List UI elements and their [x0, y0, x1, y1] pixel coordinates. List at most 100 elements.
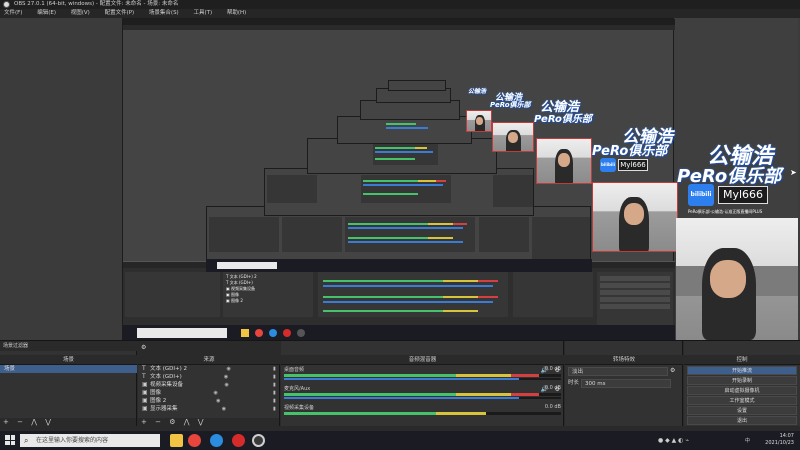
mixer-channel-desktop: 桌面音频 0.0 dB 🔊 ⚙: [281, 365, 564, 384]
source-toolbar: ⚙: [138, 341, 280, 355]
image-source-icon: ▣: [142, 389, 148, 396]
obs-taskbar-icon[interactable]: [252, 434, 265, 447]
webcam-feed-large: [676, 218, 798, 340]
move-down-icon[interactable]: ⋁: [45, 418, 51, 426]
lock-icon[interactable]: ▮: [273, 365, 280, 373]
settings-button[interactable]: 设置: [687, 406, 797, 415]
source-item[interactable]: ▣ 显示器采集 ◉ ▮: [138, 405, 280, 413]
menu-tools[interactable]: 工具(T): [193, 10, 212, 16]
windows-start-icon[interactable]: [5, 435, 15, 445]
input-language[interactable]: 中: [745, 437, 750, 444]
taskbar-clock[interactable]: 14:07 2021/10/23: [754, 433, 794, 447]
text-source-icon: T: [142, 373, 146, 380]
webcam-feed-small-3: [536, 138, 592, 184]
chrome-icon[interactable]: [188, 434, 201, 447]
source-item[interactable]: T 文本 (GDI+) ◉ ▮: [138, 373, 280, 381]
source-item[interactable]: ▣ 图像 2 ◉ ▮: [138, 397, 280, 405]
visibility-eye-icon[interactable]: ◉: [216, 397, 223, 405]
bilibili-logo-large: bilibili: [688, 184, 714, 206]
controls-dock: 控制 开始推流 开始录制 启动虚拟摄像机 工作室模式 设置 退出: [684, 341, 800, 427]
netease-music-icon[interactable]: [232, 434, 245, 447]
edge-icon[interactable]: [210, 434, 223, 447]
channel-gear-icon[interactable]: ⚙: [555, 386, 560, 393]
bilibili-logo-medium: bilibili: [600, 158, 616, 172]
mixer-channel-video: 视频采集设备 0.0 dB: [281, 403, 564, 422]
visibility-eye-icon[interactable]: ◉: [225, 381, 232, 389]
preview-area[interactable]: T 文本 (GDI+) 2 T 文本 (GDI+) ▣ 视频采集设备 ▣ 图像 …: [0, 18, 800, 340]
clock-date: 2021/10/23: [765, 440, 794, 446]
channel-gear-icon[interactable]: ⚙: [555, 367, 560, 374]
properties-gear-icon[interactable]: ⚙: [141, 344, 146, 351]
search-icon: ⌕: [24, 436, 29, 445]
visibility-eye-icon[interactable]: ◉: [222, 405, 229, 413]
lock-icon[interactable]: ▮: [273, 389, 280, 397]
menu-edit[interactable]: 编辑(E): [37, 10, 56, 16]
start-virtual-camera-button[interactable]: 启动虚拟摄像机: [687, 386, 797, 395]
menu-profile[interactable]: 配置文件(P): [105, 10, 135, 16]
scene-filter-label: 场景过滤器: [0, 341, 137, 351]
transition-type-select[interactable]: 淡出: [568, 367, 668, 376]
speaker-icon[interactable]: 🔊: [541, 367, 548, 374]
webcam-feed-small-4: [492, 122, 534, 152]
move-down-icon[interactable]: ⋁: [198, 418, 204, 426]
brand-overlay-small-3: 公输浩: [468, 88, 487, 95]
menu-file[interactable]: 文件(F): [4, 10, 22, 16]
move-up-icon[interactable]: ⋀: [31, 418, 37, 426]
text-source-icon: T: [142, 365, 146, 372]
menu-scene-collection[interactable]: 场景集合(S): [149, 10, 179, 16]
start-recording-button[interactable]: 开始录制: [687, 376, 797, 385]
source-item[interactable]: T 文本 (GDI+) 2 ◉ ▮: [138, 365, 280, 373]
lock-icon[interactable]: ▮: [273, 397, 280, 405]
slogan-text: PeRo俱乐部·公输浩·认准正版直播间PLUS: [688, 209, 763, 214]
source-item[interactable]: ▣ 图像 ◉ ▮: [138, 389, 280, 397]
duration-input[interactable]: 300 ms: [581, 379, 671, 388]
transitions-dock: 转场特效 淡出 ⚙ 时长 300 ms: [565, 341, 683, 427]
remove-source-icon[interactable]: −: [155, 418, 161, 426]
window-title: OBS 27.0.1 (64-bit, windows) - 配置文件: 未命名…: [14, 1, 179, 7]
user-id-badge-medium: Myl666: [618, 159, 648, 171]
scene-item[interactable]: 场景: [0, 365, 137, 373]
title-bar: OBS 27.0.1 (64-bit, windows) - 配置文件: 未命名…: [0, 0, 800, 9]
start-streaming-button[interactable]: 开始推流: [687, 366, 797, 375]
sources-dock: ⚙ 来源 T 文本 (GDI+) 2 ◉ ▮ T 文本 (GDI+) ◉ ▮ ▣ 视频采集设备…: [138, 341, 280, 427]
source-item[interactable]: ▣ 视频采集设备 ◉ ▮: [138, 381, 280, 389]
video-capture-icon: ▣: [142, 381, 148, 388]
windows-taskbar: ⌕ 在这里输入你要搜索的内容 ● ◆ ▲ ◐ ⌁ 中 14:07 2021/10…: [0, 431, 800, 450]
mouse-cursor-icon: ➤: [790, 168, 797, 177]
brand-overlay-small-2-club: PeRo俱乐部: [490, 101, 531, 109]
visibility-eye-icon[interactable]: ◉: [214, 389, 221, 397]
move-up-icon[interactable]: ⋀: [184, 418, 190, 426]
controls-header: 控制: [684, 355, 800, 365]
menu-help[interactable]: 帮助(H): [227, 10, 246, 16]
taskbar-search-input[interactable]: ⌕ 在这里输入你要搜索的内容: [20, 434, 160, 447]
nested-obs-window-3: [264, 168, 534, 216]
nested-obs-window-5: [337, 116, 472, 144]
brand-overlay-medium-club: PeRo俱乐部: [592, 144, 668, 159]
add-scene-icon[interactable]: +: [3, 418, 9, 426]
brand-overlay-small-1-club: PeRo俱乐部: [534, 114, 592, 125]
visibility-eye-icon[interactable]: ◉: [227, 365, 234, 373]
tray-icons: ● ◆ ▲ ◐ ⌁: [658, 437, 689, 444]
exit-button[interactable]: 退出: [687, 416, 797, 425]
menu-bar: 文件(F) 编辑(E) 视图(V) 配置文件(P) 场景集合(S) 工具(T) …: [0, 9, 800, 18]
transition-gear-icon[interactable]: ⚙: [670, 367, 675, 374]
scenes-dock: 场景过滤器 场景 场景 + − ⋀ ⋁: [0, 341, 137, 427]
audio-mixer-dock: 音频混音器 桌面音频 0.0 dB 🔊 ⚙ 麦克风/Aux 0.0 dB 🔊 ⚙ 视…: [281, 341, 564, 427]
source-settings-gear-icon[interactable]: ⚙: [169, 418, 175, 426]
nested-menubar: [123, 25, 675, 30]
add-source-icon[interactable]: +: [141, 418, 147, 426]
file-explorer-icon[interactable]: [170, 434, 183, 447]
search-placeholder: 在这里输入你要搜索的内容: [36, 437, 109, 444]
display-capture-icon: ▣: [142, 405, 148, 412]
nested-obs-window-6: [360, 100, 460, 120]
mixer-channel-mic: 麦克风/Aux 0.0 dB 🔊 ⚙: [281, 384, 564, 403]
remove-scene-icon[interactable]: −: [17, 418, 23, 426]
studio-mode-button[interactable]: 工作室模式: [687, 396, 797, 405]
lock-icon[interactable]: ▮: [273, 405, 280, 413]
speaker-icon[interactable]: 🔊: [541, 386, 548, 393]
webcam-feed-medium: [592, 182, 678, 252]
menu-view[interactable]: 视图(V): [71, 10, 90, 16]
lock-icon[interactable]: ▮: [273, 381, 280, 389]
lock-icon[interactable]: ▮: [273, 373, 280, 381]
visibility-eye-icon[interactable]: ◉: [224, 373, 231, 381]
